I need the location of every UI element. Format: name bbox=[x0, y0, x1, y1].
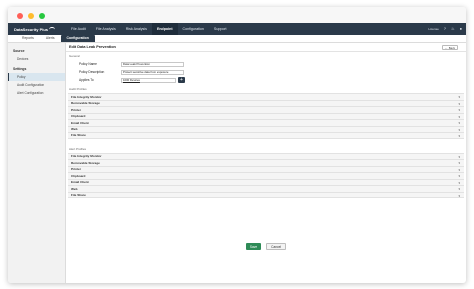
alert-profile-name: Printer bbox=[71, 167, 81, 172]
sidebar-group-source: Source bbox=[13, 49, 25, 53]
chevron-down-icon: ▾ bbox=[458, 121, 460, 125]
alert-profile-name: File Integrity Monitor bbox=[71, 154, 102, 159]
back-arrow-icon: ← bbox=[444, 45, 448, 50]
brand-arc-icon bbox=[49, 26, 56, 32]
maximize-window-icon[interactable] bbox=[39, 13, 45, 19]
chevron-down-icon: ▾ bbox=[458, 95, 460, 99]
back-label: Back bbox=[448, 45, 455, 50]
nav-support[interactable]: Support bbox=[209, 23, 232, 35]
bell-icon[interactable]: ♨ bbox=[451, 27, 455, 31]
chevron-down-icon: ▾ bbox=[458, 187, 460, 191]
policy-name-label: Policy Name bbox=[79, 62, 97, 66]
main-panel: Edit Data Leak Prevention ← Back General… bbox=[66, 43, 466, 283]
top-navigation: DataSecurity Plus File Audit File Analys… bbox=[8, 23, 466, 35]
chevron-down-icon: ▾ bbox=[458, 134, 460, 138]
tab-configuration[interactable]: Configuration bbox=[60, 35, 95, 42]
chevron-down-icon: ▾ bbox=[458, 167, 460, 172]
alert-profile-row[interactable]: File Share ▾ bbox=[68, 191, 464, 198]
audit-profile-name: Email Client bbox=[71, 120, 89, 125]
page-header: Edit Data Leak Prevention ← Back bbox=[66, 43, 466, 52]
nav-endpoint[interactable]: Endpoint bbox=[151, 23, 178, 35]
applies-to-row: Applies To 1000 Devices + bbox=[66, 76, 466, 84]
chevron-down-icon: ▾ bbox=[458, 161, 460, 165]
alert-profiles-label: Alert Profiles bbox=[69, 146, 87, 151]
policy-description-input[interactable]: Protect sensitive data from exposure bbox=[121, 69, 184, 75]
alert-profiles-list: File Integrity Monitor ▾ Removable Storag… bbox=[68, 152, 464, 198]
chevron-down-icon: ▾ bbox=[458, 127, 460, 132]
help-icon[interactable]: ? bbox=[444, 27, 446, 31]
nav-configuration[interactable]: Configuration bbox=[178, 23, 209, 35]
license-link[interactable]: License bbox=[428, 27, 438, 31]
chevron-down-icon: ▾ bbox=[458, 101, 460, 106]
tab-reports[interactable]: Reports bbox=[16, 35, 40, 42]
close-window-icon[interactable] bbox=[17, 13, 23, 19]
content-area: Source Devices Settings Policy Audit Con… bbox=[8, 43, 466, 283]
applies-to-label: Applies To bbox=[79, 78, 94, 82]
title-bar bbox=[8, 7, 466, 23]
nav-risk-analysis[interactable]: Risk Analysis bbox=[121, 23, 152, 35]
back-button[interactable]: ← Back bbox=[441, 45, 458, 50]
cancel-button[interactable]: Cancel bbox=[266, 243, 287, 250]
policy-name-row: Policy Name Data Leak Prevention bbox=[66, 60, 466, 68]
alert-profile-name: Clipboard bbox=[71, 173, 86, 178]
sidebar-item-policy[interactable]: Policy bbox=[8, 73, 65, 81]
chevron-down-icon: ▾ bbox=[458, 154, 460, 159]
audit-profile-name: Web bbox=[71, 127, 78, 132]
sidebar-item-devices[interactable]: Devices bbox=[8, 55, 65, 63]
app-window: DataSecurity Plus File Audit File Analys… bbox=[8, 7, 466, 283]
main-menu: File Audit File Analysis Risk Analysis E… bbox=[66, 23, 232, 35]
audit-profile-name: File Share bbox=[71, 133, 86, 138]
audit-profile-name: Clipboard bbox=[71, 114, 86, 119]
policy-description-row: Policy Description Protect sensitive dat… bbox=[66, 68, 466, 76]
applies-to-select[interactable]: 1000 Devices bbox=[121, 77, 176, 83]
brand-logo[interactable]: DataSecurity Plus bbox=[8, 26, 66, 32]
general-section-label: General bbox=[69, 54, 80, 58]
nav-utilities: License ? ♨ ● bbox=[428, 23, 462, 35]
nav-file-audit[interactable]: File Audit bbox=[66, 23, 91, 35]
chevron-down-icon: ▾ bbox=[458, 180, 460, 185]
sidebar-item-audit-configuration[interactable]: Audit Configuration bbox=[8, 81, 65, 89]
user-icon[interactable]: ● bbox=[460, 27, 462, 31]
audit-profile-row[interactable]: File Share ▾ bbox=[68, 132, 464, 139]
page-title: Edit Data Leak Prevention bbox=[69, 45, 116, 49]
policy-name-input[interactable]: Data Leak Prevention bbox=[121, 61, 184, 67]
chevron-down-icon: ▾ bbox=[458, 174, 460, 178]
save-button[interactable]: Save bbox=[245, 243, 262, 250]
alert-profile-name: Removable Storage bbox=[71, 160, 100, 165]
sub-navigation: Reports Alerts Configuration bbox=[8, 35, 466, 43]
minimize-window-icon[interactable] bbox=[28, 13, 34, 19]
audit-profile-name: Printer bbox=[71, 107, 81, 112]
audit-profile-name: File Integrity Monitor bbox=[71, 94, 102, 99]
audit-profile-name: Removable Storage bbox=[71, 101, 100, 106]
tab-alerts[interactable]: Alerts bbox=[40, 35, 61, 42]
alert-profile-name: File Share bbox=[71, 192, 86, 197]
audit-profiles-list: File Integrity Monitor ▾ Removable Storag… bbox=[68, 93, 464, 139]
alert-profile-name: Email Client bbox=[71, 180, 89, 185]
policy-description-label: Policy Description bbox=[79, 70, 105, 74]
brand-name: DataSecurity Plus bbox=[14, 26, 49, 32]
sidebar-item-alert-configuration[interactable]: Alert Configuration bbox=[8, 89, 65, 97]
nav-file-analysis[interactable]: File Analysis bbox=[91, 23, 121, 35]
alert-profile-name: Web bbox=[71, 186, 78, 191]
add-device-button[interactable]: + bbox=[178, 77, 185, 83]
sidebar: Source Devices Settings Policy Audit Con… bbox=[8, 43, 66, 283]
sidebar-group-settings: Settings bbox=[13, 67, 27, 71]
form-actions: Save Cancel bbox=[66, 243, 466, 250]
audit-profiles-label: Audit Profiles bbox=[69, 87, 87, 91]
chevron-down-icon: ▾ bbox=[458, 193, 460, 198]
chevron-down-icon: ▾ bbox=[458, 114, 460, 119]
chevron-down-icon: ▾ bbox=[458, 108, 460, 112]
